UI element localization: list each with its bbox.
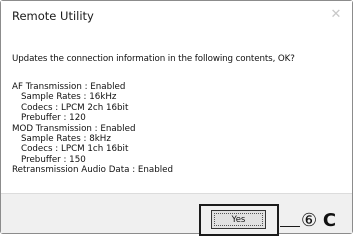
dialog-footer [1,193,352,233]
mod-sample-rates: Sample Rates : 8kHz [21,134,111,145]
mod-transmission-label: MOD Transmission : Enabled [12,123,136,134]
close-icon[interactable]: ✕ [326,5,346,25]
step-callout: ⑥ C [301,210,336,231]
remote-utility-dialog: Remote Utility ✕ Updates the connection … [0,0,353,234]
mod-codecs: Codecs : LPCM 1ch 16bit [21,144,129,155]
connection-info: AF Transmission : Enabled Sample Rates :… [12,82,173,176]
af-transmission-label: AF Transmission : Enabled [12,82,126,92]
mod-prebuffer: Prebuffer : 150 [21,154,86,165]
retransmission-audio-data: Retransmission Audio Data : Enabled [12,165,174,176]
af-codecs: Codecs : LPCM 2ch 16bit [21,102,129,113]
callout-number: ⑥ [301,210,318,231]
confirmation-message: Updates the connection information in th… [12,54,295,64]
callout-letter: C [322,210,337,231]
window-title: Remote Utility [12,9,94,23]
callout-leader-line [280,226,300,227]
af-sample-rates: Sample Rates : 16kHz [21,92,117,103]
af-prebuffer: Prebuffer : 120 [21,113,86,124]
title-bar: Remote Utility ✕ [1,1,352,31]
yes-button[interactable]: Yes [211,210,266,229]
dialog-content: Updates the connection information in th… [1,32,352,193]
